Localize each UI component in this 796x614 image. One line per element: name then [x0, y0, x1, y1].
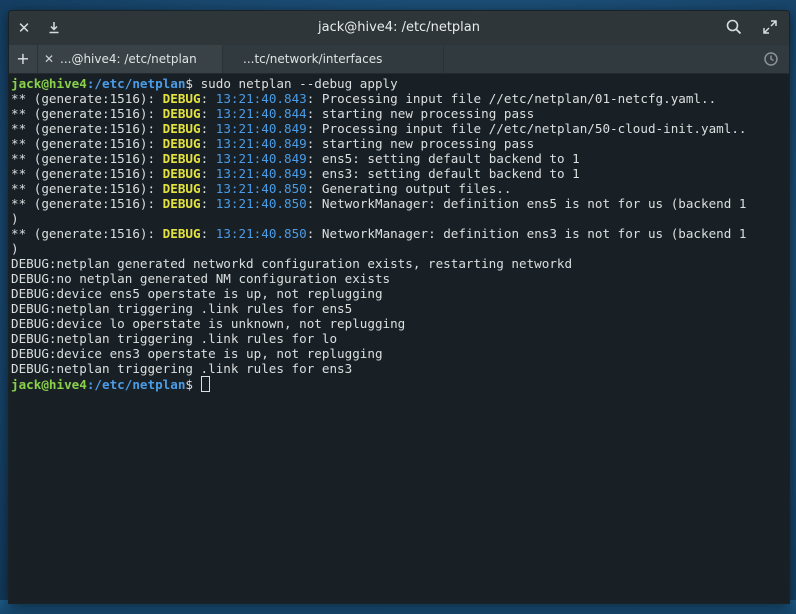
plus-icon[interactable]: +: [9, 45, 38, 73]
log-line: ** (generate:1516): DEBUG: 13:21:40.843:…: [11, 91, 789, 106]
log-line: ** (generate:1516): DEBUG: 13:21:40.849:…: [11, 136, 789, 151]
log-prefix: ** (generate:1516):: [11, 136, 163, 151]
log-line: ** (generate:1516): DEBUG: 13:21:40.844:…: [11, 106, 789, 121]
log-prefix: ** (generate:1516):: [11, 196, 163, 211]
log-level: DEBUG: [162, 136, 201, 151]
log-prefix: ** (generate:1516):: [11, 121, 163, 136]
log-message: : starting new processing pass: [306, 136, 535, 151]
prompt-user: jack@hive4: [11, 377, 87, 392]
terminal-window: ✕ jack@hive4: /etc/netplan + ✕ ...@hive4…: [8, 10, 790, 604]
log-message: : ens5: setting default backend to 1: [306, 151, 580, 166]
log-prefix: ** (generate:1516):: [11, 151, 163, 166]
log-message: : Processing input file //etc/netplan/01…: [306, 91, 717, 106]
log-separator: :: [200, 121, 216, 136]
log-timestamp: 13:21:40.849: [215, 136, 307, 151]
debug-line: DEBUG:device ens5 operstate is up, not r…: [11, 286, 383, 301]
log-timestamp: 13:21:40.843: [215, 91, 307, 106]
log-timestamp: 13:21:40.850: [215, 196, 307, 211]
log-line: ** (generate:1516): DEBUG: 13:21:40.849:…: [11, 121, 789, 136]
log-separator: :: [200, 136, 216, 151]
log-timestamp: 13:21:40.844: [215, 106, 307, 121]
log-timestamp: 13:21:40.850: [215, 181, 307, 196]
log-wrap-line: ): [11, 211, 19, 226]
log-message: : ens3: setting default backend to 1: [306, 166, 580, 181]
log-level: DEBUG: [162, 181, 201, 196]
text-cursor: [200, 376, 210, 392]
history-icon[interactable]: [763, 45, 779, 73]
log-line: ** (generate:1516): DEBUG: 13:21:40.849:…: [11, 151, 789, 166]
log-separator: :: [200, 91, 216, 106]
log-line: ** (generate:1516): DEBUG: 13:21:40.850:…: [11, 181, 789, 196]
title-bar: ✕ jack@hive4: /etc/netplan: [9, 11, 789, 45]
command-text: sudo netplan --debug apply: [200, 76, 398, 91]
log-prefix: ** (generate:1516):: [11, 226, 163, 241]
log-separator: :: [200, 166, 216, 181]
log-timestamp: 13:21:40.849: [215, 166, 307, 181]
log-separator: :: [200, 151, 216, 166]
tab-bar: + ✕ ...@hive4: /etc/netplan ...tc/networ…: [9, 45, 789, 74]
log-level: DEBUG: [162, 121, 201, 136]
prompt-user: jack@hive4: [11, 76, 87, 91]
command-line: jack@hive4:/etc/netplan$ sudo netplan --…: [11, 76, 789, 91]
debug-line: DEBUG:netplan generated networkd configu…: [11, 256, 573, 271]
log-message: : NetworkManager: definition ens5 is not…: [306, 196, 747, 211]
log-level: DEBUG: [162, 166, 201, 181]
log-separator: :: [200, 181, 216, 196]
log-separator: :: [200, 106, 216, 121]
maximize-icon[interactable]: [759, 11, 781, 45]
download-icon[interactable]: [43, 11, 65, 45]
prompt-path: :/etc/netplan: [86, 76, 186, 91]
debug-line: DEBUG:netplan triggering .link rules for…: [11, 331, 338, 346]
log-message: : Processing input file //etc/netplan/50…: [306, 121, 747, 136]
active-prompt-line[interactable]: jack@hive4:/etc/netplan$: [11, 376, 789, 392]
debug-line: DEBUG:no netplan generated NM configurat…: [11, 271, 391, 286]
window-title: jack@hive4: /etc/netplan: [318, 20, 480, 35]
debug-line: DEBUG:netplan triggering .link rules for…: [11, 361, 353, 376]
close-icon[interactable]: ✕: [13, 11, 35, 45]
log-prefix: ** (generate:1516):: [11, 106, 163, 121]
log-timestamp: 13:21:40.849: [215, 121, 307, 136]
tab-bar-spacer: [444, 45, 789, 73]
debug-line: DEBUG:device ens3 operstate is up, not r…: [11, 346, 383, 361]
log-prefix: ** (generate:1516):: [11, 166, 163, 181]
prompt-path: :/etc/netplan: [86, 377, 186, 392]
log-line: ** (generate:1516): DEBUG: 13:21:40.849:…: [11, 166, 789, 181]
prompt-symbol: $: [185, 377, 201, 392]
log-separator: :: [200, 196, 216, 211]
log-level: DEBUG: [162, 196, 201, 211]
terminal-output[interactable]: jack@hive4:/etc/netplan$ sudo netplan --…: [9, 74, 789, 603]
log-line: ** (generate:1516): DEBUG: 13:21:40.850:…: [11, 196, 789, 211]
tab-netplan[interactable]: ✕ ...@hive4: /etc/netplan: [38, 45, 223, 73]
log-wrap-line: ): [11, 241, 19, 256]
debug-line: DEBUG:device lo operstate is unknown, no…: [11, 316, 406, 331]
log-level: DEBUG: [162, 106, 201, 121]
log-line: ** (generate:1516): DEBUG: 13:21:40.850:…: [11, 226, 789, 241]
tab-label: ...tc/network/interfaces: [243, 52, 383, 66]
tab-interfaces[interactable]: ...tc/network/interfaces: [223, 45, 444, 73]
tab-label: ...@hive4: /etc/netplan: [60, 52, 197, 66]
debug-line: DEBUG:netplan triggering .link rules for…: [11, 301, 353, 316]
log-prefix: ** (generate:1516):: [11, 91, 163, 106]
log-separator: :: [200, 226, 216, 241]
log-timestamp: 13:21:40.849: [215, 151, 307, 166]
log-message: : NetworkManager: definition ens3 is not…: [306, 226, 747, 241]
search-icon[interactable]: [723, 11, 745, 45]
log-level: DEBUG: [162, 91, 201, 106]
log-level: DEBUG: [162, 226, 201, 241]
log-prefix: ** (generate:1516):: [11, 181, 163, 196]
log-message: : Generating output files..: [306, 181, 512, 196]
log-level: DEBUG: [162, 151, 201, 166]
log-message: : starting new processing pass: [306, 106, 535, 121]
tab-close-icon[interactable]: ✕: [38, 52, 60, 66]
log-timestamp: 13:21:40.850: [215, 226, 307, 241]
prompt-symbol: $: [185, 76, 201, 91]
